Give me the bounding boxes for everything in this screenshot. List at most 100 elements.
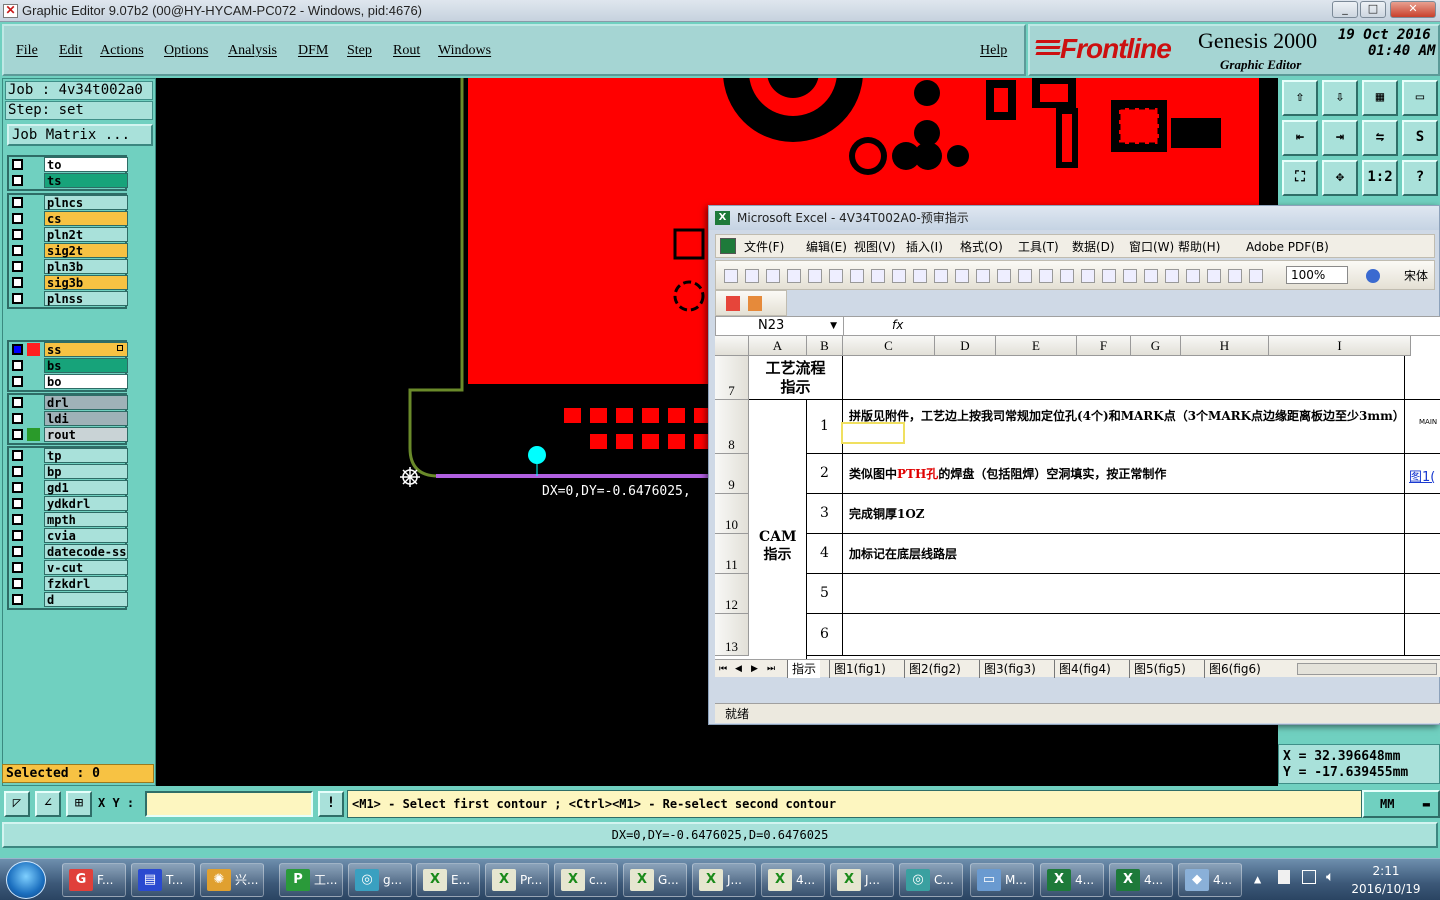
- layer-row-pln2t[interactable]: pln2t: [9, 227, 128, 243]
- layer-row-datecode-ss[interactable]: datecode-ss: [9, 544, 128, 560]
- layer-color-swatch[interactable]: [27, 428, 40, 441]
- row-header[interactable]: 11: [715, 534, 749, 574]
- layer-color-swatch[interactable]: [27, 545, 40, 558]
- layer-name[interactable]: plnss: [44, 291, 128, 306]
- flag-icon[interactable]: [1278, 870, 1290, 884]
- layer-checkbox[interactable]: [12, 197, 23, 208]
- item-number[interactable]: 3: [807, 494, 843, 534]
- toolbar-button-icon[interactable]: [766, 269, 780, 283]
- taskbar-button[interactable]: X E...: [416, 863, 480, 897]
- item-number[interactable]: 5: [807, 574, 843, 614]
- toolbar-button-icon[interactable]: [1228, 269, 1242, 283]
- taskbar-button[interactable]: ▤ T...: [131, 863, 195, 897]
- layer-checkbox[interactable]: [12, 344, 23, 355]
- layer-name[interactable]: tp: [44, 448, 128, 463]
- menu-dfm[interactable]: DFM: [298, 43, 328, 59]
- layer-row-ldi[interactable]: ldi: [9, 411, 128, 427]
- toolbar-button-icon[interactable]: [1081, 269, 1095, 283]
- layer-color-swatch[interactable]: [27, 396, 40, 409]
- layer-checkbox[interactable]: [12, 277, 23, 288]
- menu-step[interactable]: Step: [347, 43, 372, 59]
- taskbar-button[interactable]: X Pr...: [485, 863, 549, 897]
- toolbar-button-icon[interactable]: [1039, 269, 1053, 283]
- row-header[interactable]: 9: [715, 454, 749, 494]
- layer-checkbox[interactable]: [12, 530, 23, 541]
- excel-menu-item[interactable]: 格式(O): [960, 236, 1003, 258]
- pan-left-icon[interactable]: ⇤: [1282, 120, 1318, 156]
- column-header[interactable]: E: [996, 336, 1077, 356]
- layer-color-swatch[interactable]: [27, 577, 40, 590]
- toolbar-button-icon[interactable]: [913, 269, 927, 283]
- layer-row-cs[interactable]: cs: [9, 211, 128, 227]
- layer-color-swatch[interactable]: [27, 343, 40, 356]
- layer-row-rout[interactable]: rout: [9, 427, 128, 443]
- system-clock[interactable]: 2:11 2016/10/19: [1346, 862, 1426, 898]
- layer-row-mpth[interactable]: mpth: [9, 512, 128, 528]
- layer-name[interactable]: pln2t: [44, 227, 128, 242]
- layer-checkbox[interactable]: [12, 546, 23, 557]
- maximize-button[interactable]: □: [1360, 1, 1386, 18]
- col-i-cell[interactable]: [1405, 534, 1440, 574]
- sheet-tab[interactable]: 图3(fig3): [979, 660, 1040, 678]
- item-text[interactable]: 加标记在底层线路层: [843, 534, 1405, 574]
- fit-icon[interactable]: ⛶: [1282, 160, 1318, 196]
- screen-icon[interactable]: ▦: [1362, 80, 1398, 116]
- excel-menu-item[interactable]: 视图(V): [854, 236, 896, 258]
- layer-name[interactable]: v-cut: [44, 560, 128, 575]
- help-icon[interactable]: [1366, 269, 1380, 283]
- layer-checkbox[interactable]: [12, 159, 23, 170]
- row-header[interactable]: 13: [715, 614, 749, 656]
- layer-row-ydkdrl[interactable]: ydkdrl: [9, 496, 128, 512]
- taskbar-button[interactable]: X J...: [830, 863, 894, 897]
- center-icon[interactable]: ✥: [1322, 160, 1358, 196]
- layer-checkbox[interactable]: [12, 594, 23, 605]
- layer-row-v-cut[interactable]: v-cut: [9, 560, 128, 576]
- section-cell[interactable]: CAM指示: [749, 400, 807, 659]
- toolbar-button-icon[interactable]: [1102, 269, 1116, 283]
- pdf-mail-icon[interactable]: [748, 296, 762, 311]
- layer-name[interactable]: to: [44, 157, 128, 172]
- layer-name[interactable]: ss: [44, 342, 128, 357]
- excel-menu-item[interactable]: 帮助(H): [1178, 236, 1220, 258]
- pdf-icon[interactable]: [726, 296, 740, 311]
- volume-icon[interactable]: 🔈︎: [1326, 869, 1334, 885]
- taskbar-button[interactable]: ▭ M...: [970, 863, 1034, 897]
- taskbar-button[interactable]: X 4...: [1109, 863, 1173, 897]
- toolbar-button-icon[interactable]: [1018, 269, 1032, 283]
- toolbar-button-icon[interactable]: [955, 269, 969, 283]
- grid-icon[interactable]: ⊞: [66, 791, 92, 817]
- item-link[interactable]: 图1(: [1409, 466, 1435, 485]
- minimize-button[interactable]: _: [1332, 1, 1358, 18]
- toolbar-button-icon[interactable]: [1060, 269, 1074, 283]
- home-icon[interactable]: ⇧: [1282, 80, 1318, 116]
- layer-row-to[interactable]: to: [9, 157, 128, 173]
- close-button[interactable]: ✕: [1390, 1, 1436, 18]
- col-i-cell[interactable]: [1405, 400, 1440, 454]
- layer-row-sig2t[interactable]: sig2t: [9, 243, 128, 259]
- layer-row-gd1[interactable]: gd1: [9, 480, 128, 496]
- layer-color-swatch[interactable]: [27, 561, 40, 574]
- layer-name[interactable]: cvia: [44, 528, 128, 543]
- window-icon[interactable]: ▭: [1402, 80, 1438, 116]
- column-header[interactable]: C: [843, 336, 935, 356]
- layer-color-swatch[interactable]: [27, 174, 40, 187]
- item-text[interactable]: 类似图中PTH孔的焊盘（包括阻焊）空洞填实，按正常制作: [843, 454, 1405, 494]
- layer-name[interactable]: drl: [44, 395, 128, 410]
- layer-color-swatch[interactable]: [27, 196, 40, 209]
- layer-checkbox[interactable]: [12, 293, 23, 304]
- layer-row-drl[interactable]: drl: [9, 395, 128, 411]
- layer-row-bp[interactable]: bp: [9, 464, 128, 480]
- col-i-cell[interactable]: [1405, 614, 1440, 656]
- menu-edit[interactable]: Edit: [59, 43, 82, 59]
- sheet-tab[interactable]: 图2(fig2): [904, 660, 965, 678]
- layer-color-swatch[interactable]: [27, 449, 40, 462]
- layer-checkbox[interactable]: [12, 245, 23, 256]
- toolbar-button-icon[interactable]: [724, 269, 738, 283]
- row-header[interactable]: 8: [715, 400, 749, 454]
- layer-name[interactable]: fzkdrl: [44, 576, 128, 591]
- layer-color-swatch[interactable]: [27, 276, 40, 289]
- header-cell[interactable]: 工艺流程指示: [749, 356, 843, 400]
- taskbar-button[interactable]: P 工...: [279, 863, 343, 897]
- layer-color-swatch[interactable]: [27, 158, 40, 171]
- toolbar-button-icon[interactable]: [1186, 269, 1200, 283]
